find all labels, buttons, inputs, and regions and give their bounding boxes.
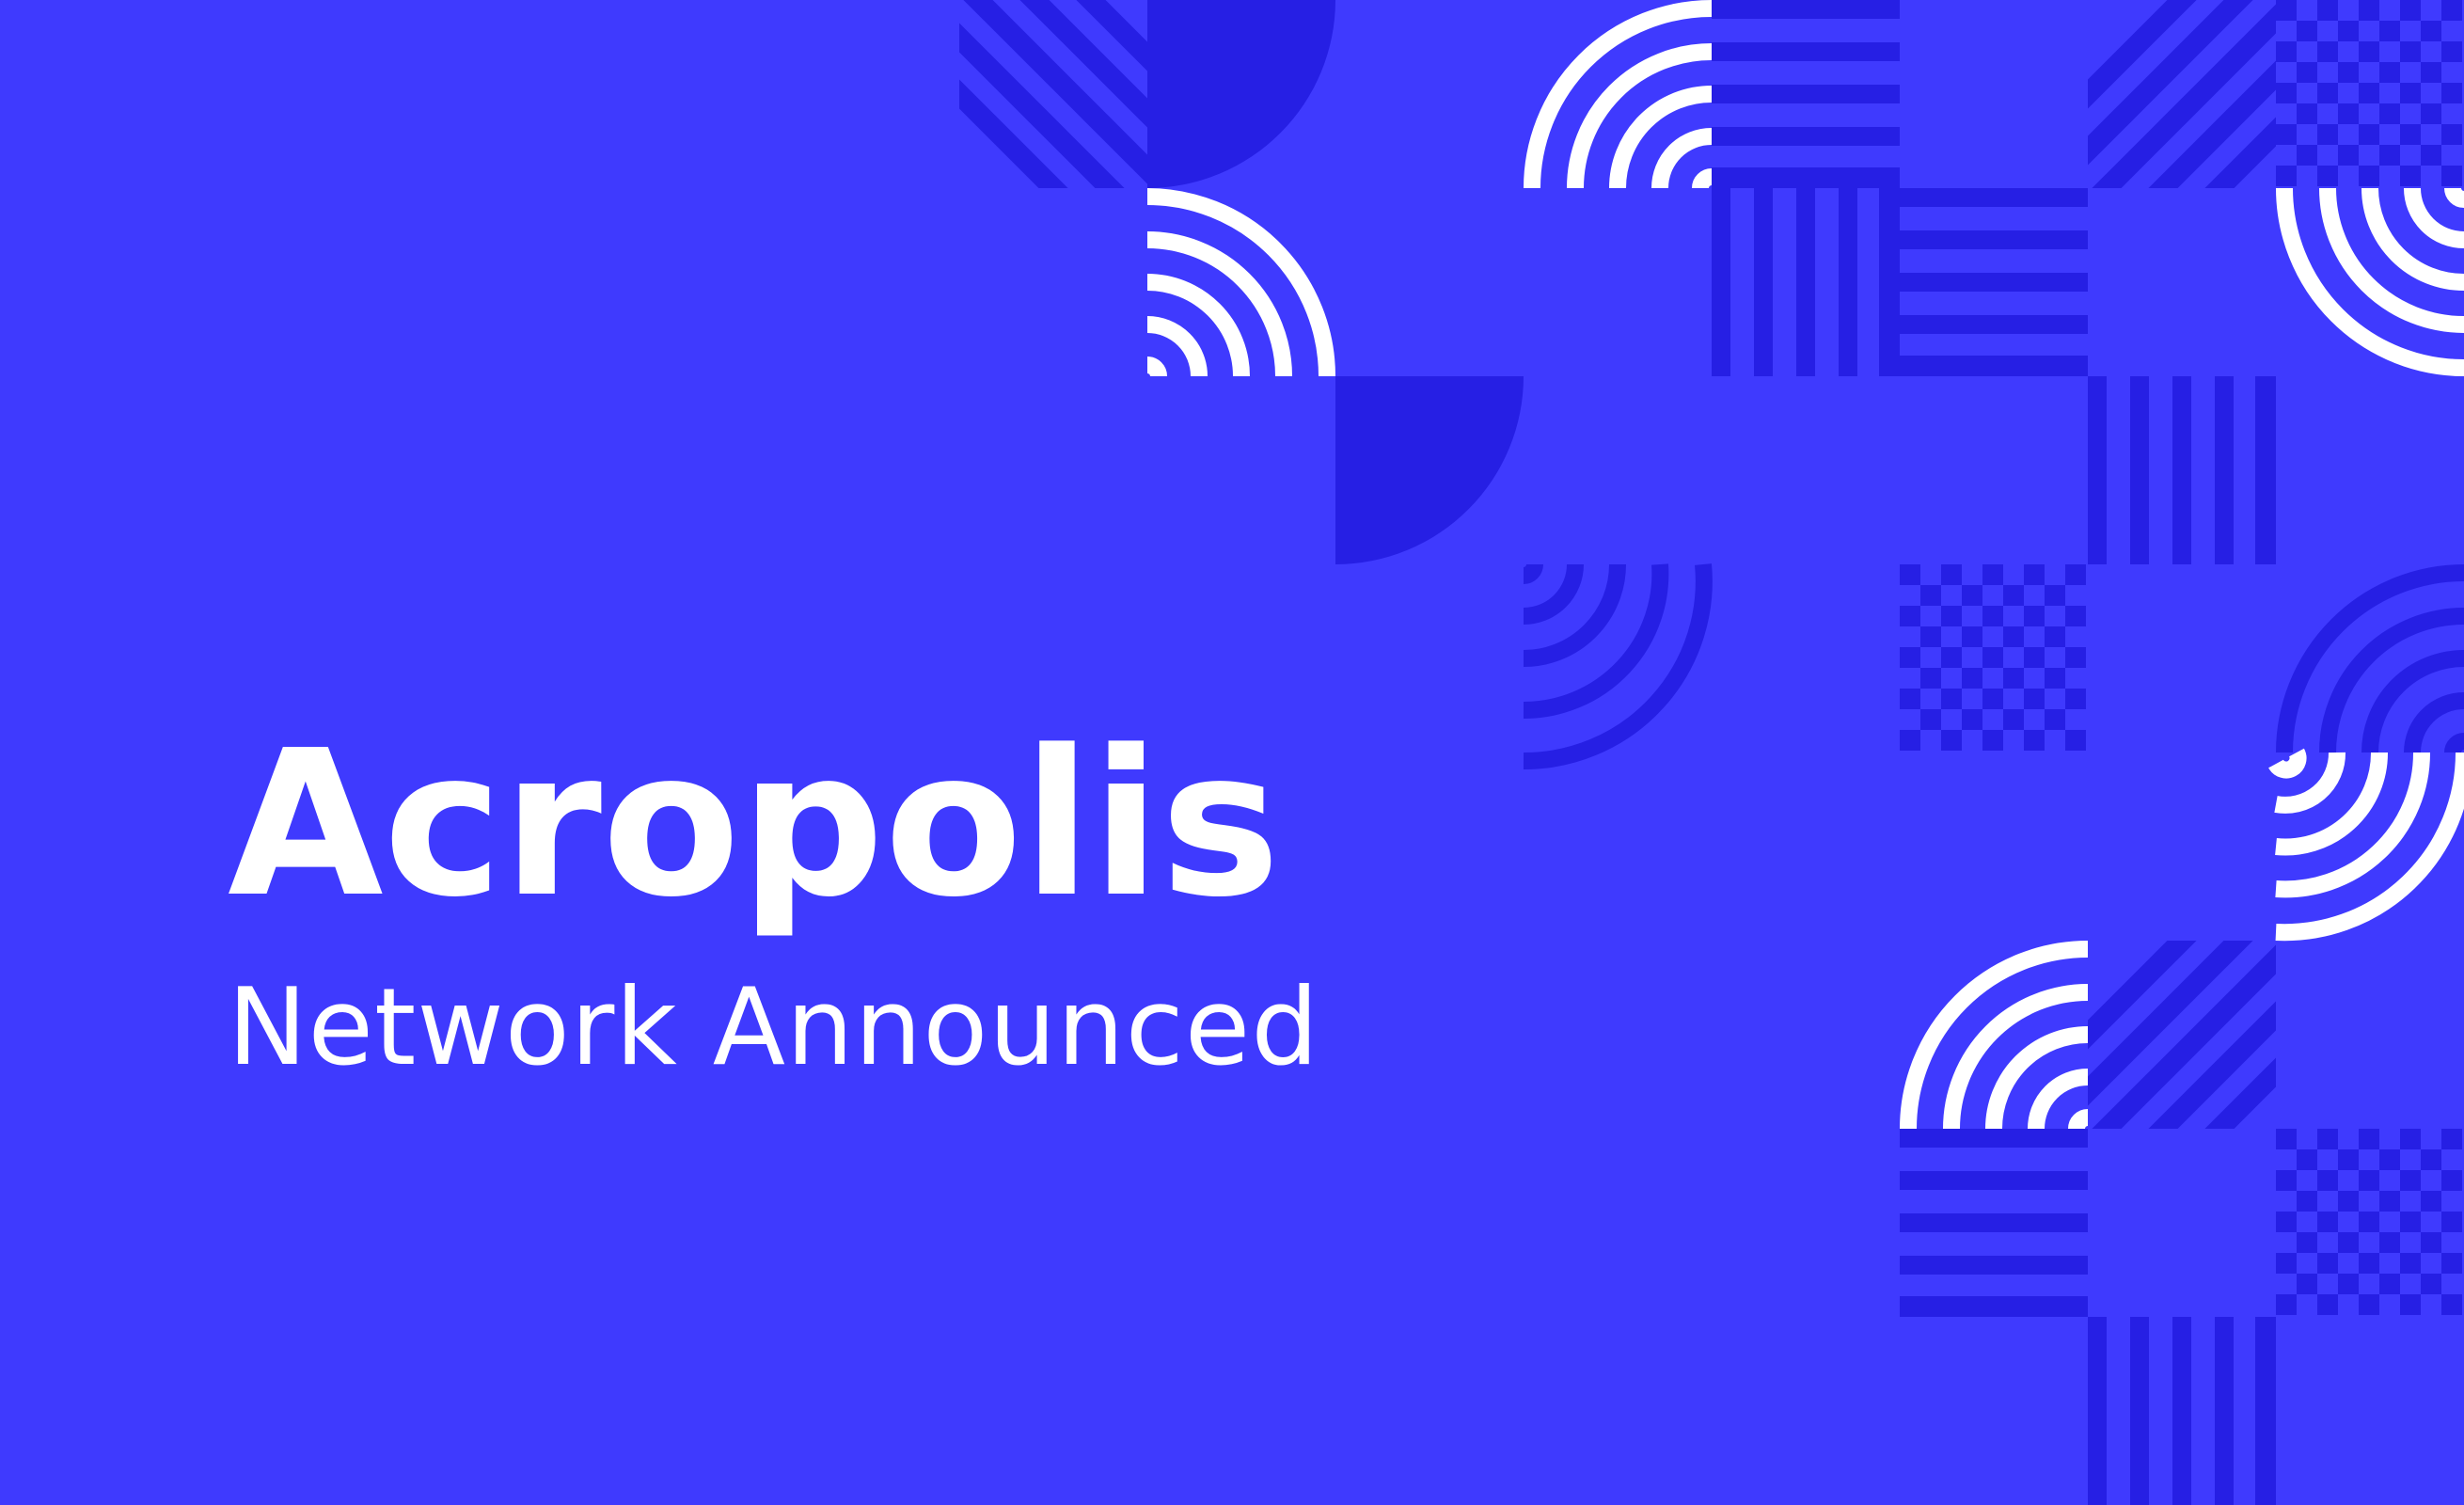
headline-block: Acropolis Network Announced [228,724,1319,1081]
horizontal-stripe-tile [1712,0,1900,188]
concentric-arcs-dark [2276,564,2464,753]
checkerboard-tile [2276,1129,2462,1315]
checkerboard-tile [1900,564,2086,751]
concentric-arcs-white [2268,748,2464,942]
page-subtitle: Network Announced [228,965,1320,1089]
horizontal-stripe-tile [1900,1129,2088,1317]
vertical-stripe-tile [2088,1317,2276,1505]
concentric-arcs-dark [1523,563,1713,770]
checkerboard-tile [2276,0,2462,186]
concentric-arcs-white [1900,941,2089,1130]
concentric-arcs-white [1524,0,1713,189]
concentric-arcs-white [2276,187,2464,376]
vertical-stripe-tile [2088,376,2276,564]
quarter-circle-shape [1147,0,1335,188]
diagonal-stripe-tile [2088,0,2276,188]
vertical-stripe-tile [1712,188,1900,376]
concentric-arcs-white [1146,188,1335,377]
page-title: Acropolis [228,707,1281,942]
horizontal-stripe-tile [1900,188,2088,376]
quarter-circle-shape [1335,376,1524,564]
